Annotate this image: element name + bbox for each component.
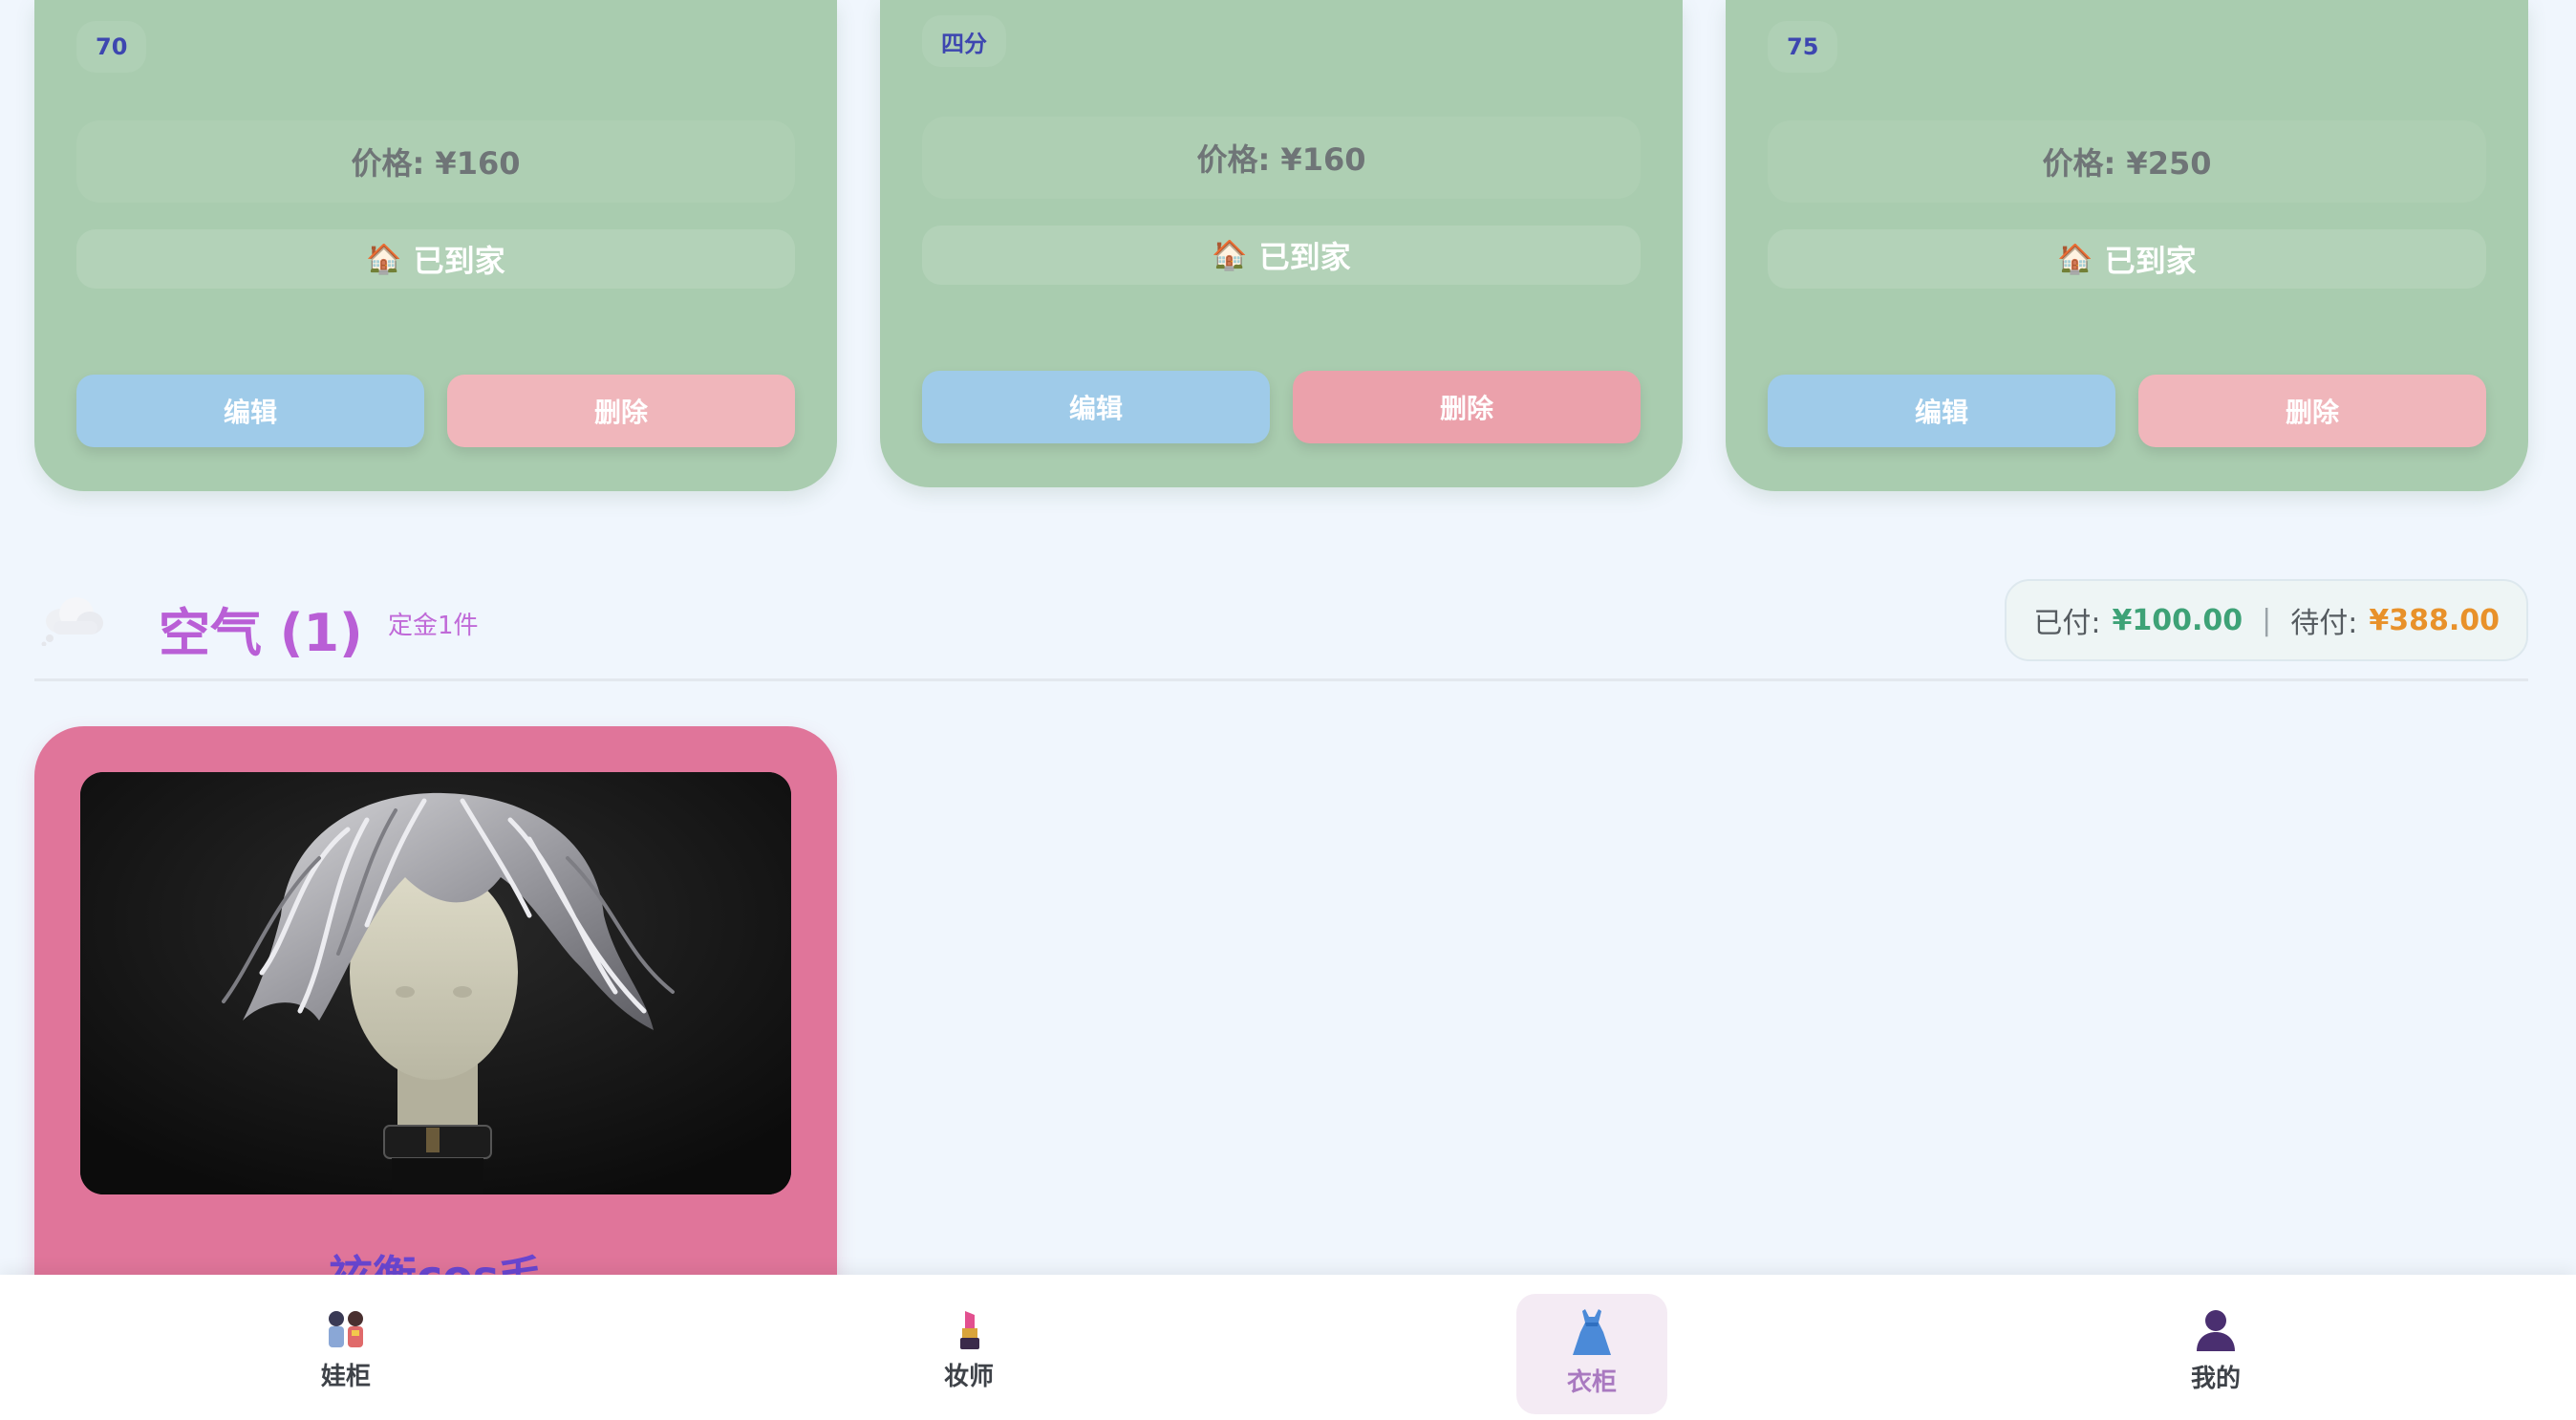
payment-summary: 已付: ¥100.00 | 待付: ¥388.00 <box>2005 579 2528 661</box>
house-icon: 🏠 <box>2057 242 2093 276</box>
price-label: 价格: ¥250 <box>1768 120 2486 203</box>
size-tag: 70 <box>76 21 147 73</box>
item-photo <box>80 772 791 1194</box>
nav-wardrobe[interactable]: 衣柜 <box>1516 1294 1667 1414</box>
nav-label: 衣柜 <box>1566 1368 1617 1397</box>
house-icon: 🏠 <box>1212 238 1248 272</box>
lipstick-icon <box>960 1311 979 1349</box>
item-card[interactable]: 袨衡cos毛 <box>34 726 837 1319</box>
user-icon <box>2197 1310 2235 1351</box>
section-title: 空气 (1) <box>159 603 363 663</box>
doll-card[interactable]: 75 价格: ¥250 🏠 已到家 编辑 删除 <box>1726 0 2528 491</box>
due-amount: ¥388.00 <box>2369 603 2500 637</box>
section-header: 空气 (1) 定金1件 已付: ¥100.00 | 待付: ¥388.00 <box>34 573 2528 681</box>
doll-card[interactable]: 70 价格: ¥160 🏠 已到家 编辑 删除 <box>34 0 837 491</box>
section-subtitle: 定金1件 <box>388 612 479 640</box>
doll-card[interactable]: 四分 价格: ¥160 🏠 已到家 编辑 删除 <box>880 0 1683 487</box>
status-arrived: 🏠 已到家 <box>922 226 1641 285</box>
separator: | <box>2262 603 2272 637</box>
edit-button[interactable]: 编辑 <box>1768 375 2115 447</box>
nav-label: 我的 <box>2190 1365 2241 1393</box>
price-label: 价格: ¥160 <box>922 117 1641 199</box>
size-tag: 四分 <box>922 15 1006 67</box>
status-label: 已到家 <box>1258 239 1351 275</box>
nav-makeup-artist[interactable]: 妆师 <box>893 1294 1044 1414</box>
status-arrived: 🏠 已到家 <box>76 229 795 289</box>
delete-button[interactable]: 删除 <box>2138 375 2486 447</box>
delete-button[interactable]: 删除 <box>1293 371 1641 443</box>
wig-photo-illustration <box>80 772 791 1194</box>
page: 70 价格: ¥160 🏠 已到家 编辑 删除 四分 价格: ¥160 🏠 已到… <box>0 0 2576 1420</box>
dolls-icon <box>329 1311 363 1347</box>
nav-dolls[interactable]: 娃柜 <box>270 1294 421 1414</box>
delete-button[interactable]: 删除 <box>447 375 795 447</box>
paid-label: 已付: <box>2033 607 2101 640</box>
size-tag: 75 <box>1768 21 1838 73</box>
nav-label: 娃柜 <box>320 1363 371 1391</box>
due-label: 待付: <box>2290 607 2358 640</box>
cloud-icon <box>41 597 103 646</box>
status-label: 已到家 <box>413 243 505 279</box>
house-icon: 🏠 <box>366 242 402 276</box>
dress-icon <box>1573 1309 1611 1355</box>
nav-profile[interactable]: 我的 <box>2140 1294 2291 1414</box>
status-arrived: 🏠 已到家 <box>1768 229 2486 289</box>
paid-amount: ¥100.00 <box>2112 603 2243 637</box>
edit-button[interactable]: 编辑 <box>76 375 424 447</box>
edit-button[interactable]: 编辑 <box>922 371 1270 443</box>
nav-label: 妆师 <box>943 1363 994 1391</box>
status-label: 已到家 <box>2104 243 2197 279</box>
price-label: 价格: ¥160 <box>76 120 795 203</box>
bottom-nav: 娃柜 妆师 衣柜 我的 <box>0 1275 2576 1420</box>
